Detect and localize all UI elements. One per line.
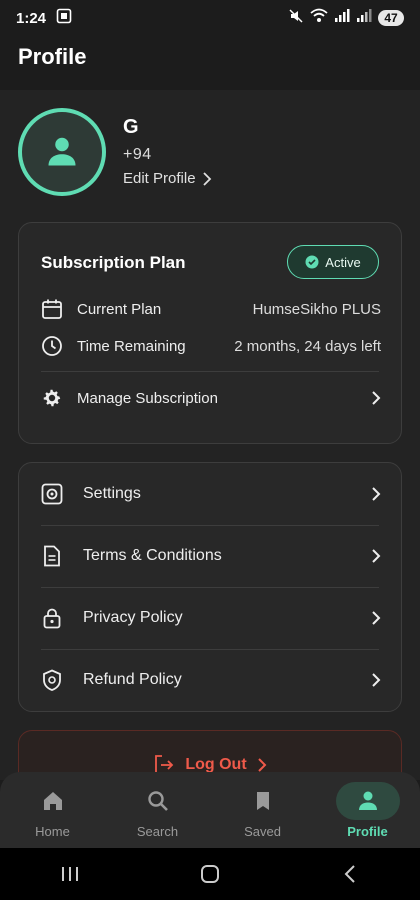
nav-profile[interactable]: Profile xyxy=(323,781,413,839)
settings-label: Settings xyxy=(83,485,141,502)
back-button[interactable] xyxy=(320,864,380,884)
chevron-right-icon xyxy=(371,672,381,688)
check-circle-icon xyxy=(305,255,319,269)
bookmark-icon xyxy=(256,791,269,810)
recent-apps-button[interactable] xyxy=(40,865,100,883)
battery-indicator: 47 xyxy=(378,10,404,26)
privacy-label: Privacy Policy xyxy=(83,609,183,626)
chevron-right-icon xyxy=(371,610,381,626)
user-name: G xyxy=(123,116,139,138)
clock-icon xyxy=(42,336,62,356)
subscription-card: Subscription Plan Active Current Plan Hu… xyxy=(18,222,402,444)
system-nav-bar xyxy=(0,848,420,900)
chevron-right-icon xyxy=(371,390,381,406)
chevron-right-icon xyxy=(257,758,267,772)
refund-label: Refund Policy xyxy=(83,671,182,688)
person-icon xyxy=(358,791,377,810)
home-circle-icon xyxy=(201,865,219,883)
privacy-item[interactable]: Privacy Policy xyxy=(41,587,381,649)
nav-home[interactable]: Home xyxy=(8,782,98,839)
terms-label: Terms & Conditions xyxy=(83,547,222,564)
calendar-icon xyxy=(42,299,62,319)
bottom-nav: Home Search Saved Profile xyxy=(0,772,420,848)
time-remaining-label: Time Remaining xyxy=(77,337,186,355)
avatar[interactable] xyxy=(18,108,106,196)
back-icon xyxy=(344,865,355,883)
home-system-button[interactable] xyxy=(180,864,240,884)
profile-header: G +94 Edit Profile xyxy=(18,108,402,198)
current-plan-row: Current Plan HumseSikho PLUS xyxy=(41,297,381,321)
mute-icon xyxy=(288,8,304,28)
settings-item[interactable]: Settings xyxy=(41,463,381,525)
lock-icon xyxy=(43,608,61,629)
status-bar: 1:24 47 xyxy=(0,0,420,36)
nav-search-label: Search xyxy=(136,823,179,839)
nav-saved-label: Saved xyxy=(244,823,281,839)
status-badge-label: Active xyxy=(325,254,361,270)
time-remaining-value: 2 months, 24 days left xyxy=(234,337,381,355)
signal-icon-2 xyxy=(356,9,372,27)
current-plan-label: Current Plan xyxy=(77,300,162,318)
nav-search[interactable]: Search xyxy=(113,782,203,839)
search-icon xyxy=(147,790,168,811)
screenshot-icon xyxy=(56,8,72,28)
terms-item[interactable]: Terms & Conditions xyxy=(41,525,381,587)
time-remaining-row: Time Remaining 2 months, 24 days left xyxy=(41,334,381,358)
edit-profile-label: Edit Profile xyxy=(123,170,196,187)
gear-icon xyxy=(43,389,61,407)
document-icon xyxy=(44,545,60,567)
manage-subscription-button[interactable]: Manage Subscription xyxy=(41,385,381,411)
nav-profile-label: Profile xyxy=(347,823,388,839)
person-icon xyxy=(48,137,76,166)
signal-icon xyxy=(334,9,350,27)
home-icon xyxy=(43,791,62,810)
settings-icon xyxy=(41,483,63,505)
divider xyxy=(41,371,379,372)
user-phone: +94 xyxy=(123,146,152,163)
manage-subscription-label: Manage Subscription xyxy=(77,389,218,407)
refund-item[interactable]: Refund Policy xyxy=(41,649,381,711)
edit-profile-link[interactable]: Edit Profile xyxy=(123,170,212,187)
wifi-icon xyxy=(310,8,328,28)
chevron-right-icon xyxy=(371,486,381,502)
profile-content: G +94 Edit Profile Subscription Plan Act… xyxy=(0,90,420,780)
nav-home-label: Home xyxy=(35,823,70,839)
current-plan-value: HumseSikho PLUS xyxy=(252,300,381,318)
chevron-right-icon xyxy=(202,171,211,186)
status-time: 1:24 xyxy=(16,9,47,27)
chevron-right-icon xyxy=(371,548,381,564)
nav-saved[interactable]: Saved xyxy=(218,782,308,839)
page-title: Profile xyxy=(18,44,87,69)
status-badge: Active xyxy=(287,245,379,279)
recent-apps-icon xyxy=(62,867,78,881)
shield-icon xyxy=(43,669,61,691)
subscription-title: Subscription Plan xyxy=(41,253,186,272)
links-card: Settings Terms & Conditions Privacy Poli… xyxy=(18,462,402,712)
